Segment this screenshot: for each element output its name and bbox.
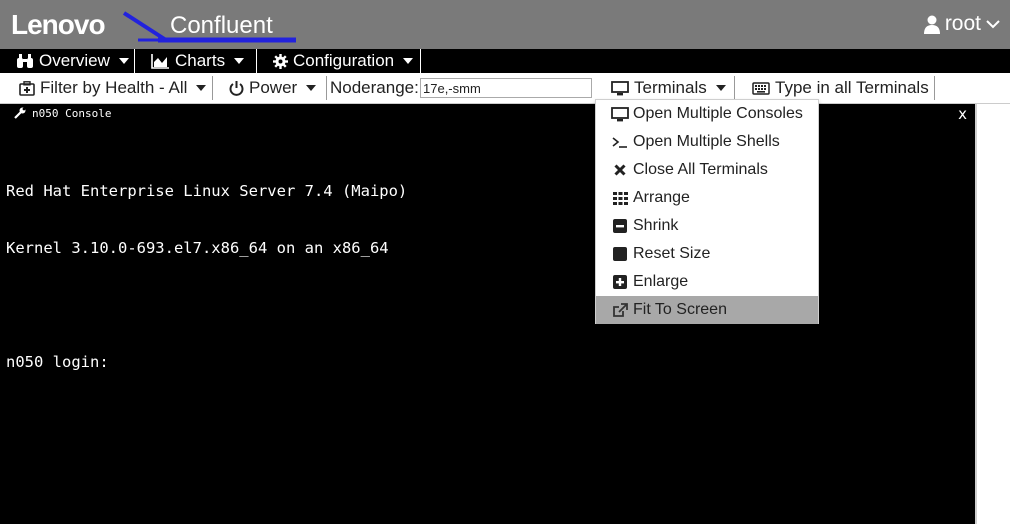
console-line: Red Hat Enterprise Linux Server 7.4 (Mai…	[6, 182, 408, 200]
nav-configuration[interactable]: Configuration	[257, 49, 421, 73]
caret-down-icon	[196, 85, 207, 91]
user-menu[interactable]: root	[923, 12, 1000, 36]
close-icon[interactable]: x	[958, 105, 967, 123]
lenovo-logo: Lenovo	[11, 9, 106, 40]
app-header: Lenovo Confluent root	[0, 0, 1010, 49]
caret-down-icon	[715, 85, 726, 91]
console-line: Kernel 3.10.0-693.el7.x86_64 on an x86_6…	[6, 239, 389, 257]
nav-overview[interactable]: Overview	[0, 49, 135, 73]
gear-icon	[273, 53, 288, 69]
grid-icon	[611, 190, 629, 206]
console-window[interactable]: n050 Console x Red Hat Enterprise Linux …	[0, 104, 977, 524]
terminals-menu: Open Multiple Consoles Open Multiple She…	[595, 99, 819, 324]
console-title: n050 Console	[32, 106, 112, 120]
noderange-input[interactable]	[420, 78, 592, 98]
binoculars-icon	[17, 53, 33, 68]
menu-arrange[interactable]: Arrange	[596, 184, 818, 212]
minus-square-icon	[611, 218, 629, 234]
nav-charts[interactable]: Charts	[135, 49, 257, 73]
filter-health-dropdown[interactable]: Filter by Health - All	[19, 73, 207, 103]
menu-open-multiple-shells[interactable]: Open Multiple Shells	[596, 128, 818, 156]
power-icon	[229, 81, 244, 96]
user-icon	[923, 15, 940, 34]
toolbar-divider	[934, 76, 935, 100]
medkit-icon	[19, 80, 35, 96]
menu-open-multiple-consoles[interactable]: Open Multiple Consoles	[596, 100, 818, 128]
noderange-label: Noderange:	[330, 78, 419, 97]
app-title: Confluent	[170, 12, 273, 39]
wrench-icon	[14, 107, 26, 119]
console-output[interactable]: Red Hat Enterprise Linux Server 7.4 (Mai…	[6, 144, 407, 410]
menu-reset-size[interactable]: Reset Size	[596, 240, 818, 268]
close-x-icon	[611, 162, 629, 178]
main-nav: Overview Charts Configuration	[0, 49, 1010, 73]
caret-down-icon	[306, 85, 317, 91]
external-link-icon	[611, 302, 629, 318]
caret-down-icon	[118, 58, 129, 64]
console-line: n050 login:	[6, 353, 109, 371]
user-name: root	[944, 12, 981, 35]
keyboard-icon	[752, 81, 770, 95]
menu-close-all-terminals[interactable]: Close All Terminals	[596, 156, 818, 184]
monitor-icon	[611, 80, 629, 95]
power-dropdown[interactable]: Power	[229, 73, 317, 103]
menu-shrink[interactable]: Shrink	[596, 212, 818, 240]
caret-down-icon	[403, 58, 414, 64]
menu-fit-to-screen[interactable]: Fit To Screen	[596, 296, 818, 324]
toolbar-divider	[734, 76, 735, 100]
caret-down-icon	[234, 58, 245, 64]
area-chart-icon	[151, 53, 169, 69]
terminal-icon	[611, 134, 629, 150]
console-titlebar[interactable]: n050 Console x	[0, 104, 975, 123]
menu-enlarge[interactable]: Enlarge	[596, 268, 818, 296]
toolbar-divider	[212, 76, 213, 100]
plus-square-icon	[611, 274, 629, 290]
monitor-icon	[611, 106, 629, 122]
chevron-down-icon	[986, 20, 1000, 29]
toolbar-divider	[326, 76, 327, 100]
square-icon	[611, 246, 629, 262]
